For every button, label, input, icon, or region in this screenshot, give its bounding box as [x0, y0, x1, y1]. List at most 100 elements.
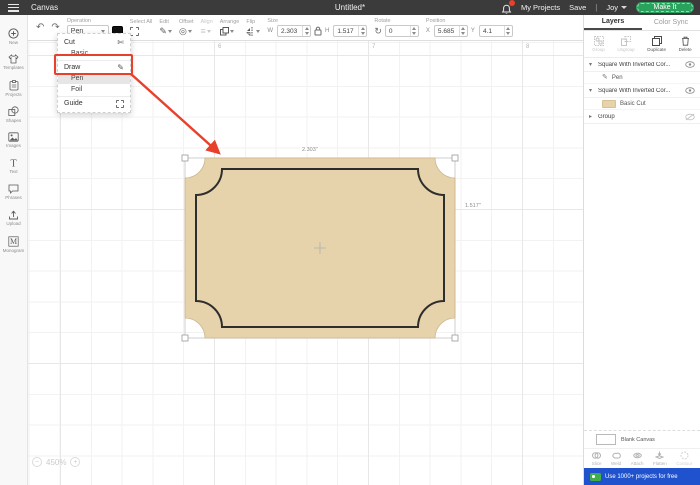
layer-row-pen-group[interactable]: ▾ Square With Inverted Cor... — [584, 58, 700, 72]
edit-button[interactable]: Edit ✎ — [159, 19, 172, 36]
sidebar-item-upload[interactable]: Upload — [0, 205, 27, 231]
arrange-button[interactable]: Arrange — [220, 19, 240, 36]
chevron-right-icon[interactable]: ▸ — [589, 113, 595, 120]
eye-icon[interactable] — [685, 61, 695, 68]
sidebar-item-projects[interactable]: Projects — [0, 75, 27, 101]
notifications-bell-icon[interactable] — [501, 2, 512, 13]
menu-item-basic[interactable]: Basic — [58, 48, 130, 59]
menu-divider — [58, 60, 130, 61]
layer-row-cut-group[interactable]: ▾ Square With Inverted Cor... — [584, 84, 700, 98]
upload-icon — [8, 210, 19, 220]
flatten-button[interactable]: Flatten — [653, 451, 667, 466]
projects-icon — [9, 80, 19, 91]
tab-color-sync[interactable]: Color Sync — [642, 15, 700, 30]
blank-canvas-label: Blank Canvas — [621, 437, 655, 443]
height-label: H — [325, 28, 329, 34]
sidebar-item-images[interactable]: Images — [0, 127, 27, 153]
menu-item-cut[interactable]: Cut✄ — [58, 37, 130, 48]
hamburger-menu-icon[interactable] — [8, 4, 19, 12]
resize-handle-top-right[interactable] — [452, 155, 458, 161]
chevron-down-icon — [621, 6, 627, 9]
chevron-down-icon[interactable]: ▾ — [589, 87, 595, 94]
user-menu[interactable]: Joy — [606, 3, 627, 12]
lock-icon[interactable] — [314, 26, 322, 36]
shapes-icon — [8, 106, 19, 117]
slice-button[interactable]: Slice — [592, 451, 602, 466]
rotate-icon[interactable]: ↻ — [374, 27, 382, 36]
new-icon — [8, 28, 19, 39]
contour-button[interactable]: Contour — [676, 451, 692, 466]
blank-canvas-row: Blank Canvas — [584, 430, 700, 448]
flip-button[interactable]: Flip — [246, 19, 260, 36]
width-label: W — [267, 28, 273, 34]
menu-divider — [58, 96, 130, 97]
select-all-icon — [130, 27, 139, 36]
offset-icon: ◎ — [179, 27, 187, 36]
rotate-stepper[interactable] — [410, 26, 418, 36]
text-icon: T — [8, 158, 19, 168]
resize-handle-bottom-right[interactable] — [452, 335, 458, 341]
eye-off-icon[interactable] — [685, 113, 695, 121]
header-divider: | — [595, 3, 597, 12]
height-stepper[interactable] — [358, 26, 366, 36]
menu-item-guide[interactable]: Guide — [58, 98, 130, 109]
sidebar-item-phrases[interactable]: Phrases — [0, 179, 27, 205]
x-stepper[interactable] — [459, 26, 467, 36]
y-position-input[interactable]: 4.1 — [479, 25, 513, 37]
align-icon: ≡ — [201, 27, 206, 36]
app-header: Canvas Untitled* My Projects Save | Joy … — [0, 0, 700, 15]
shape-height-dimension: 1.517" — [465, 203, 481, 209]
align-button: Align ≡ — [201, 19, 213, 36]
select-all-button[interactable]: Select All — [130, 19, 153, 36]
canvas-color-swatch[interactable] — [596, 434, 616, 445]
sidebar-item-templates[interactable]: Templates — [0, 49, 27, 75]
pencil-icon: ✎ — [159, 27, 167, 36]
trash-icon — [681, 36, 690, 46]
y-stepper[interactable] — [504, 26, 512, 36]
promo-banner[interactable]: Use 1000+ projects for free — [584, 468, 700, 485]
x-position-input[interactable]: 5.685 — [434, 25, 468, 37]
eye-icon[interactable] — [685, 87, 695, 94]
height-input[interactable]: 1.517 — [333, 25, 367, 37]
images-icon — [8, 132, 19, 142]
panel-spacer — [584, 124, 700, 430]
undo-icon[interactable]: ↶ — [36, 23, 44, 33]
save-link[interactable]: Save — [569, 3, 586, 12]
sidebar-item-text[interactable]: T Text — [0, 153, 27, 179]
delete-button[interactable]: Delete — [679, 36, 692, 52]
offset-button[interactable]: Offset ◎ — [179, 19, 194, 36]
layer-sub-pen[interactable]: ✎ Pen — [584, 72, 700, 84]
resize-handle-bottom-left[interactable] — [182, 335, 188, 341]
menu-item-foil[interactable]: Foil — [58, 84, 130, 95]
menu-item-draw[interactable]: Draw✎ — [58, 62, 130, 73]
weld-icon — [612, 451, 621, 460]
sidebar-item-shapes[interactable]: Shapes — [0, 101, 27, 127]
layer-sub-basic-cut[interactable]: Basic Cut — [584, 98, 700, 110]
layer-row-group[interactable]: ▸ Group — [584, 110, 700, 124]
ungroup-button: Ungroup — [617, 36, 634, 52]
canvas-label: Canvas — [31, 3, 58, 12]
y-label: Y — [471, 28, 475, 34]
menu-item-pen[interactable]: Pen — [58, 73, 130, 84]
zoom-control: − 450% + — [32, 457, 80, 467]
attach-button[interactable]: Attach — [631, 451, 644, 466]
resize-handle-top-left[interactable] — [182, 155, 188, 161]
sidebar-item-new[interactable]: New — [0, 23, 27, 49]
width-stepper[interactable] — [302, 26, 310, 36]
chevron-down-icon[interactable]: ▾ — [589, 61, 595, 68]
zoom-in-button[interactable]: + — [70, 457, 80, 467]
rotate-input[interactable]: 0 — [385, 25, 419, 37]
sidebar-item-monogram[interactable]: M Monogram — [0, 231, 27, 257]
flatten-icon — [655, 451, 664, 460]
width-input[interactable]: 2.303 — [277, 25, 311, 37]
make-it-button[interactable]: Make It — [636, 2, 694, 13]
pen-icon: ✎ — [602, 74, 608, 81]
redo-icon[interactable]: ↷ — [51, 23, 59, 33]
user-name: Joy — [606, 3, 618, 12]
svg-text:M: M — [10, 237, 17, 246]
tab-layers[interactable]: Layers — [584, 15, 642, 30]
my-projects-link[interactable]: My Projects — [521, 3, 560, 12]
zoom-out-button[interactable]: − — [32, 457, 42, 467]
duplicate-button[interactable]: Duplicate — [647, 36, 666, 52]
weld-button[interactable]: Weld — [611, 451, 621, 466]
